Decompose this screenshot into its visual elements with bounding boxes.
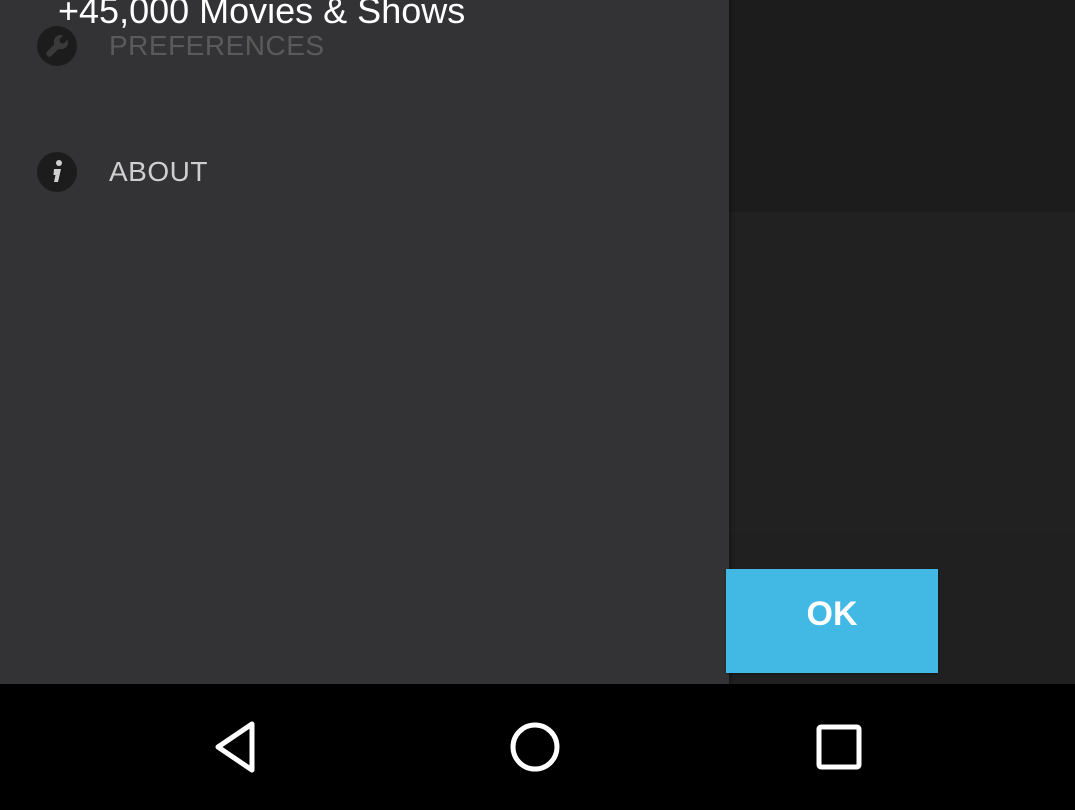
screen: PREFERENCES ABOUT +45,000 Movies & Shows… — [0, 0, 1075, 810]
back-triangle-icon — [215, 721, 255, 773]
system-navigation-bar — [0, 684, 1075, 810]
background-band-middle — [729, 212, 1075, 532]
drawer-item-label: ABOUT — [109, 156, 208, 187]
app-area: PREFERENCES ABOUT +45,000 Movies & Shows… — [0, 0, 1075, 684]
ok-button[interactable]: OK — [726, 569, 938, 673]
background-band-top — [729, 0, 1075, 212]
navigation-drawer: PREFERENCES ABOUT — [0, 0, 729, 684]
info-icon — [37, 152, 77, 192]
back-button[interactable] — [198, 711, 270, 783]
drawer-item-about[interactable]: ABOUT — [0, 132, 729, 212]
drawer-item-label: PREFERENCES — [109, 30, 325, 61]
home-button[interactable] — [499, 711, 571, 783]
headline: +45,000 Movies & Shows — [58, 0, 466, 31]
recents-square-icon — [816, 724, 862, 770]
recents-button[interactable] — [803, 711, 875, 783]
wrench-icon — [37, 26, 77, 66]
home-circle-icon — [510, 722, 560, 772]
